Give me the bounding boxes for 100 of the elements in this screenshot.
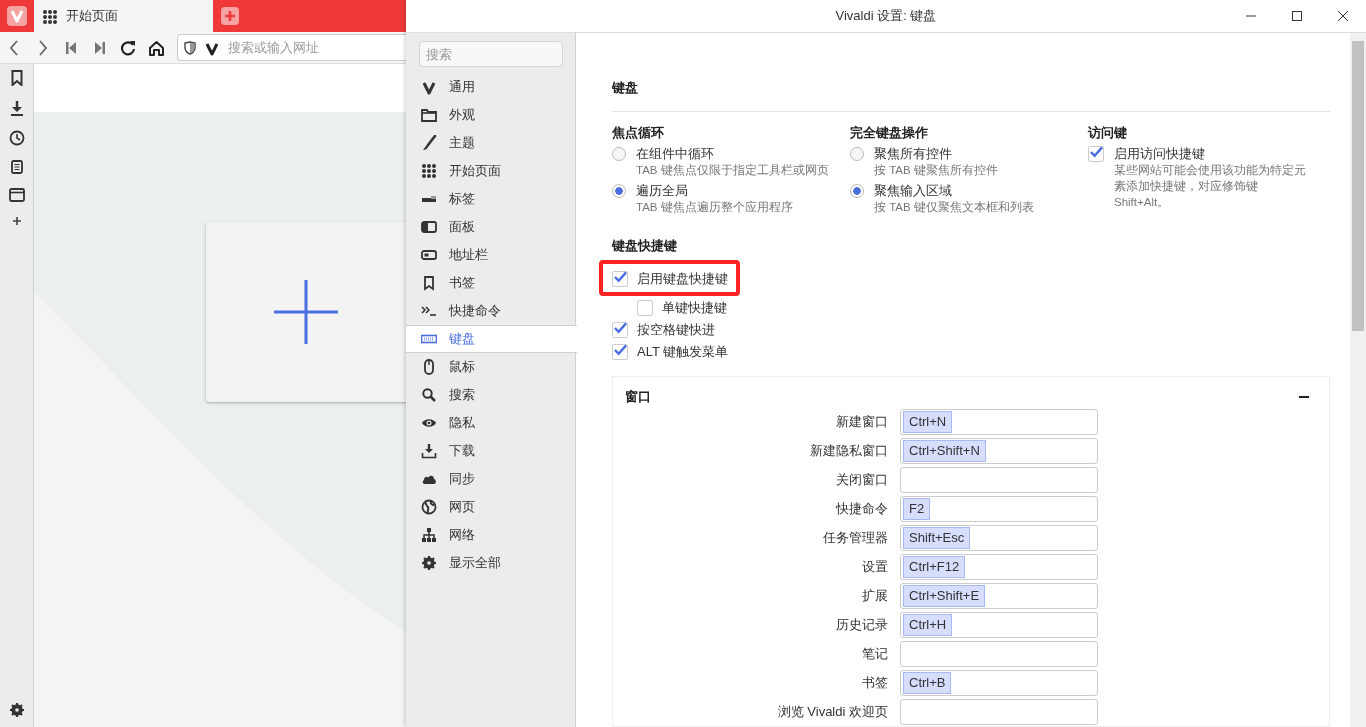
section-title: 窗口 [625, 388, 651, 406]
shortcut-field[interactable]: Ctrl+H [900, 611, 1098, 638]
sidebar-item[interactable]: 网页 [406, 493, 575, 521]
note-icon [10, 160, 23, 174]
bookmark-icon [421, 275, 437, 291]
sidebar-item[interactable]: 地址栏 [406, 241, 575, 269]
radio-button[interactable] [850, 147, 864, 161]
history-panel-button[interactable] [8, 130, 25, 146]
radio-button[interactable] [612, 184, 626, 198]
group-heading: 焦点循环 [612, 124, 665, 142]
shortcut-field[interactable]: Ctrl+Shift+E [900, 582, 1098, 609]
maximize-icon [1292, 11, 1302, 21]
shortcut-field[interactable]: Ctrl+B [900, 669, 1098, 696]
brush-icon [421, 135, 437, 151]
search-icon [421, 387, 437, 403]
sidebar-item[interactable]: 面板 [406, 213, 575, 241]
fast-forward-icon [94, 41, 105, 54]
reload-icon [120, 39, 137, 56]
sidebar-item[interactable]: 同步 [406, 465, 575, 493]
checkbox[interactable] [612, 270, 628, 287]
option-label: 单键快捷键 [662, 298, 727, 316]
add-panel-button[interactable] [11, 216, 22, 226]
option-label: 聚焦所有控件 [874, 145, 953, 162]
key-combo-chip: Ctrl+F12 [903, 555, 966, 578]
window-title: Vivaldi 设置: 键盘 [834, 7, 938, 25]
option-hint: 按 TAB 键聚焦所有控件 [874, 163, 999, 178]
sidebar-item[interactable]: 显示全部 [406, 549, 575, 577]
settings-search-field[interactable]: 搜索 [419, 41, 563, 67]
sidebar-item[interactable]: 书签 [406, 269, 575, 297]
group-heading: 访问键 [1088, 124, 1128, 142]
shortcut-field[interactable]: F2 [900, 495, 1098, 522]
bookmark-icon [10, 70, 23, 86]
sidebar-item[interactable]: 鼠标 [406, 353, 575, 381]
sidebar-item[interactable]: 主题 [406, 129, 575, 157]
checkbox[interactable] [612, 343, 628, 360]
grid-icon [421, 163, 437, 179]
shortcut-field[interactable]: Shift+Esc [900, 524, 1098, 551]
sidebar-item[interactable]: 开始页面 [406, 157, 575, 185]
chevron-right-icon [37, 39, 48, 56]
sidebar-item[interactable]: 网络 [406, 521, 575, 549]
shortcut-field[interactable] [900, 640, 1098, 667]
bookmarks-panel-button[interactable] [10, 70, 23, 86]
rewind-icon [66, 41, 77, 54]
notes-panel-button[interactable] [10, 160, 23, 174]
home-icon [148, 39, 166, 56]
plus-icon [224, 10, 236, 22]
download-icon [9, 100, 24, 116]
radio-button[interactable] [612, 147, 626, 161]
plus-icon [274, 280, 338, 344]
option-hint: 某些网站可能会使用该功能为特定元素添加快捷键，对应修饰键 Shift+Alt。 [1114, 163, 1307, 210]
address-bar[interactable]: 搜索或输入网址 [177, 34, 406, 61]
shortcut-label: 设置 [861, 557, 888, 576]
checkbox[interactable] [1088, 146, 1104, 162]
checkbox[interactable] [637, 299, 653, 316]
shortcut-field[interactable]: Ctrl+F12 [900, 553, 1098, 580]
key-combo-chip: Ctrl+Shift+N [903, 439, 986, 462]
shortcut-field[interactable]: Ctrl+N [900, 408, 1098, 435]
window-panel-button[interactable] [8, 188, 25, 202]
checkbox[interactable] [612, 321, 628, 338]
key-combo-chip: Ctrl+B [903, 671, 952, 694]
option-label: ALT 键触发菜单 [637, 342, 729, 360]
option-hint: TAB 键焦点遍历整个应用程序 [636, 200, 794, 215]
settings-icon [9, 703, 24, 717]
sidebar-item[interactable]: 搜索 [406, 381, 575, 409]
option-hint: TAB 键焦点仅限于指定工具栏或网页 [636, 163, 830, 178]
browser-tab[interactable]: 开始页面 [34, 0, 213, 32]
shortcut-label: 笔记 [861, 644, 888, 663]
folder-icon [421, 107, 437, 123]
command-prompt-icon [421, 303, 437, 319]
sidebar-item[interactable]: 键盘 [406, 325, 577, 353]
shortcut-label: 关闭窗口 [835, 470, 888, 489]
sidebar-item[interactable]: 下载 [406, 437, 575, 465]
globe-icon [421, 499, 437, 515]
mouse-icon [421, 359, 437, 375]
radio-button[interactable] [850, 184, 864, 198]
key-combo-chip: F2 [903, 497, 931, 520]
shortcut-field[interactable]: Ctrl+Shift+N [900, 437, 1098, 464]
sidebar-item[interactable]: 外观 [406, 101, 575, 129]
checkmark-icon [614, 343, 627, 356]
shortcut-label: 书签 [861, 673, 888, 692]
sidebar-item[interactable]: 标签 [406, 185, 575, 213]
shortcut-label: 历史记录 [835, 615, 888, 634]
option-hint: 按 TAB 键仅聚焦文本框和列表 [874, 200, 1035, 215]
option-label: 按空格键快进 [637, 320, 715, 338]
key-combo-chip: Ctrl+Shift+E [903, 584, 986, 607]
option-label: 聚焦输入区域 [874, 182, 953, 199]
shortcut-label: 浏览 Vivaldi 欢迎页 [776, 702, 888, 721]
close-icon [1338, 11, 1348, 21]
shortcut-field[interactable] [900, 466, 1098, 493]
sidebar-item[interactable]: 隐私 [406, 409, 575, 437]
clock-icon [8, 130, 25, 146]
add-speed-dial-tile[interactable] [206, 222, 406, 402]
key-combo-chip: Ctrl+N [903, 410, 953, 433]
settings-button[interactable] [9, 703, 24, 717]
plus-icon [11, 216, 22, 226]
option-label: 启用访问快捷键 [1114, 145, 1206, 162]
sidebar-item[interactable]: 通用 [406, 73, 575, 101]
shortcut-field[interactable] [900, 698, 1098, 725]
sidebar-item[interactable]: 快捷命令 [406, 297, 575, 325]
downloads-panel-button[interactable] [9, 100, 24, 116]
